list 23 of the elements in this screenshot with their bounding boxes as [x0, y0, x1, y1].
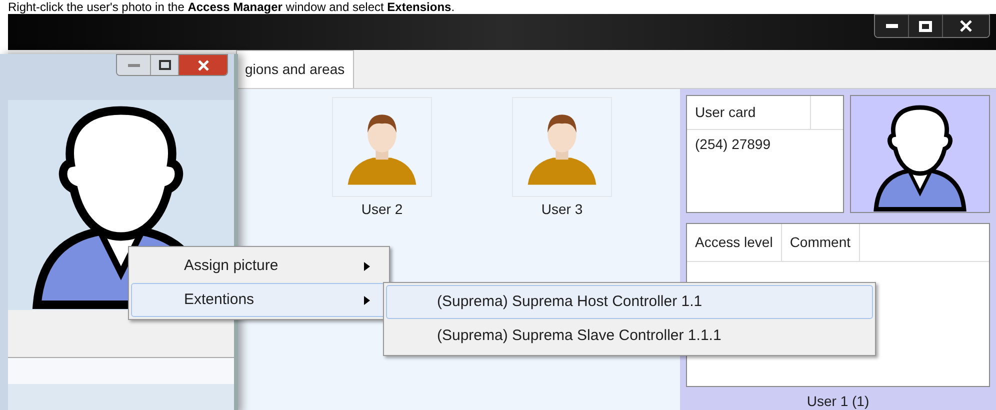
menu-item[interactable]: (Suprema) Suprema Slave Controller 1.1.1 [386, 319, 873, 353]
table-cell-text: (254) 27899 [694, 135, 772, 154]
close-icon [960, 20, 972, 32]
user-photo[interactable] [850, 95, 990, 213]
column-header: Access level [687, 224, 782, 261]
minimize-button[interactable] [875, 15, 909, 37]
minimize-icon [886, 24, 898, 28]
column-header: Comment [782, 224, 860, 261]
user-name: User 3 [541, 200, 583, 219]
selected-user-label: User 1 (1) [806, 392, 870, 410]
menu-item[interactable]: Assign picture [131, 249, 387, 283]
menu-item[interactable]: (Suprema) Suprema Host Controller 1.1 [386, 285, 873, 319]
minimize-icon [128, 64, 140, 66]
tab[interactable]: gions and areas [236, 50, 354, 88]
maximize-button[interactable] [909, 15, 943, 37]
user-name: User 2 [361, 200, 403, 219]
close-button[interactable] [943, 15, 989, 37]
instruction-text: Right-click the user's photo in the Access Manager window and select Extensions. [7, 0, 456, 14]
close-icon [198, 60, 208, 70]
column-header: User card [687, 96, 811, 129]
maximize-icon [158, 60, 170, 70]
maximize-button[interactable] [151, 55, 179, 75]
maximize-icon [919, 20, 932, 32]
